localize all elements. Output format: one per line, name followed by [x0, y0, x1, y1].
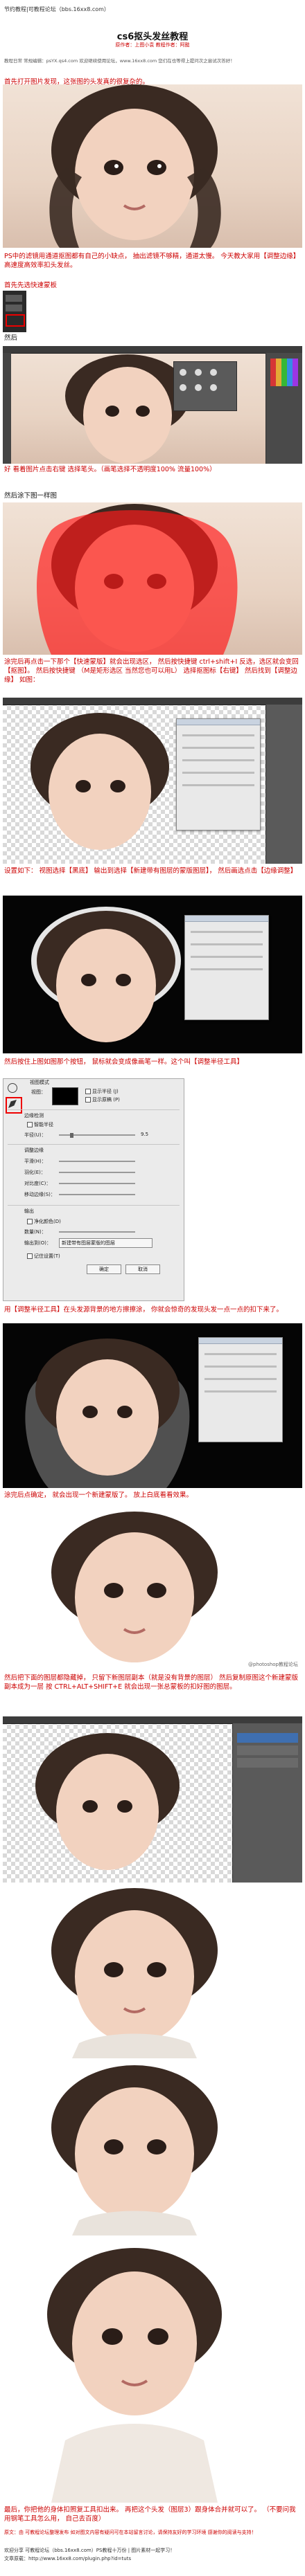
- decontaminate-label: 净化颜色(D): [34, 1219, 61, 1224]
- output-to-select[interactable]: 新建带有图层蒙版的图层: [59, 1238, 152, 1248]
- contrast-slider[interactable]: [59, 1183, 135, 1184]
- step-9-text: 涂完后点确定， 就会出现一个新建蒙版了。 放上白底看看效果。: [4, 1491, 193, 1499]
- ps-menubar: [3, 698, 302, 705]
- photo-quick-mask: [3, 502, 302, 655]
- tutorial-page: 节约教程|可教程论坛（bbs.16xx8.com） cs6抠头发丝教程 原作者：…: [0, 0, 305, 2576]
- photo-girl-original: [3, 84, 302, 248]
- remember-checkbox[interactable]: [27, 1253, 33, 1259]
- photo-final-result: [3, 1885, 302, 2058]
- step-5-text: 涂完后再点击一下那个【快速蒙版】就会出现选区， 然后按快捷键 ctrl+shif…: [4, 658, 299, 684]
- refine-edge-dialog-thumb[interactable]: [176, 718, 261, 831]
- page-title: cs6抠头发丝教程: [116, 32, 189, 42]
- step-1-text: 首先打开图片发现，这张图的头发真的很复杂的。: [4, 78, 150, 86]
- footer-link[interactable]: 文章原载：http://www.16xx8.com/plugin.php?id=…: [4, 2555, 301, 2562]
- feather-label: 羽化(E)：: [24, 1170, 46, 1175]
- author-line: 原作者：上图小袁 教程作者：阿懿: [115, 42, 190, 48]
- ps-swatches-panel: [265, 353, 302, 464]
- step-10-text: 然后把下面的图层都隐藏掉， 只留下新图层副本（就是没有背景的图层） 然后复制原图…: [4, 1674, 299, 1691]
- photo-final-result-3: [3, 2240, 302, 2503]
- ps-toolbox: [3, 353, 11, 464]
- radius-label: 半径(U)：: [24, 1132, 46, 1138]
- zoom-tool-icon[interactable]: [8, 1083, 17, 1093]
- smart-radius-label: 智能半径: [34, 1122, 53, 1127]
- step-2b-text: 首先先选快速蒙板: [4, 282, 58, 289]
- output-label: 输出: [24, 1208, 34, 1214]
- step-8-text: 用【调整半径工具】在头发源背景的地方擦擦涂， 你就会惊奇的发现头发一点一点的扣下…: [4, 1306, 284, 1314]
- remember-label: 记住设置(T): [34, 1253, 60, 1259]
- show-radius-label: 显示半径 (J): [92, 1089, 119, 1094]
- step-7-text: 然后按住上图如图那个按钮， 鼠标就会变成像画笔一样。这个叫【调整半径工具】: [4, 1058, 244, 1066]
- ps-screenshot-selection: [3, 698, 302, 864]
- contrast-label: 对比度(C)：: [24, 1181, 51, 1186]
- brush-picker-popup[interactable]: [173, 361, 237, 411]
- refine-edge-dialog-thumb-2[interactable]: [184, 915, 269, 1020]
- ps-layers-panel: [232, 1723, 302, 1883]
- smart-radius-checkbox[interactable]: [27, 1122, 33, 1127]
- decontaminate-checkbox[interactable]: [27, 1219, 33, 1224]
- watermark: @photoshop教程论坛: [248, 1662, 298, 1667]
- site-line: 节约教程|可教程论坛（bbs.16xx8.com）: [4, 6, 110, 12]
- ps-screenshot-layers: [3, 1716, 302, 1883]
- smooth-label: 平滑(H)：: [24, 1159, 46, 1164]
- step-3-label: 然后: [4, 334, 18, 342]
- view-label: 视图：: [31, 1089, 46, 1095]
- ps-layers-panel: [265, 705, 302, 864]
- photo-white-bg-result: @photoshop教程论坛: [3, 1510, 302, 1669]
- step-2-text: PS中的滤镜用通道抠图都有自己的小缺点， 抽出滤镜不够精，通道太慢。 今天教大家…: [4, 253, 297, 269]
- smooth-slider[interactable]: [59, 1161, 135, 1162]
- intro-text: 教程日常 常规编辑：psYX.qs4.com 欢迎继续使用论坛，www.16xx…: [4, 58, 235, 64]
- refine-edge-dialog-thumb-3[interactable]: [198, 1337, 283, 1442]
- ps-screenshot-radius-brush: [3, 1323, 302, 1488]
- feather-slider[interactable]: [59, 1172, 135, 1173]
- amount-slider[interactable]: [59, 1231, 135, 1233]
- show-original-checkbox[interactable]: [85, 1097, 91, 1103]
- ok-button[interactable]: 确定: [87, 1264, 121, 1274]
- edge-detect-label: 边缘检测: [24, 1113, 44, 1118]
- show-radius-checkbox[interactable]: [85, 1089, 91, 1094]
- cancel-button[interactable]: 取消: [125, 1264, 160, 1274]
- ps-menubar: [3, 346, 302, 354]
- toolbar-screenshot: [3, 291, 26, 332]
- step-3-text: 好 看着图片点击右键 选择笔头。（画笔选择不透明度100% 流量100%）: [4, 466, 216, 473]
- show-original-label: 显示原稿 (P): [92, 1097, 120, 1103]
- adjust-edge-label: 调整边缘: [24, 1148, 44, 1153]
- shift-edge-slider[interactable]: [59, 1194, 135, 1195]
- step-4-text: 然后涂下图一样图: [4, 492, 58, 500]
- photo-final-result-2: [3, 2062, 302, 2235]
- ps-screenshot-brush: [3, 346, 302, 464]
- footer-more[interactable]: 欢迎分享 可教程论坛（bbs.16xx8.com）PS教程十万份 | 图片素材一…: [4, 2547, 301, 2554]
- output-to-label: 输出到(O)：: [24, 1240, 51, 1246]
- refine-edge-panel: 视图模式 视图： 显示半径 (J) 显示原稿 (P) 边缘检测 智能半径 半径(…: [3, 1078, 184, 1301]
- footer-note: 原文：由 可教程论坛整理发布 如对图文内容有疑问可在本站留言讨论，请保持友好的学…: [4, 2530, 256, 2535]
- shift-edge-label: 移动边缘(S)：: [24, 1192, 55, 1197]
- view-mode-label: 视图模式: [30, 1080, 49, 1085]
- radius-value[interactable]: 9.5: [141, 1132, 148, 1137]
- view-preview-swatch[interactable]: [52, 1087, 78, 1105]
- ps-screenshot-black-bg: [3, 896, 302, 1053]
- step-6-text: 设置如下： 视图选择【黑底】 输出到选择【新建带有图层的蒙版图层】， 然后画选点…: [4, 867, 297, 875]
- step-11-text: 最后，你把他的身体扣照复工具扣出来。 再把这个头发（图层3）跟身体合并就可以了。…: [4, 2506, 296, 2523]
- amount-label: 数量(N)：: [24, 1229, 46, 1235]
